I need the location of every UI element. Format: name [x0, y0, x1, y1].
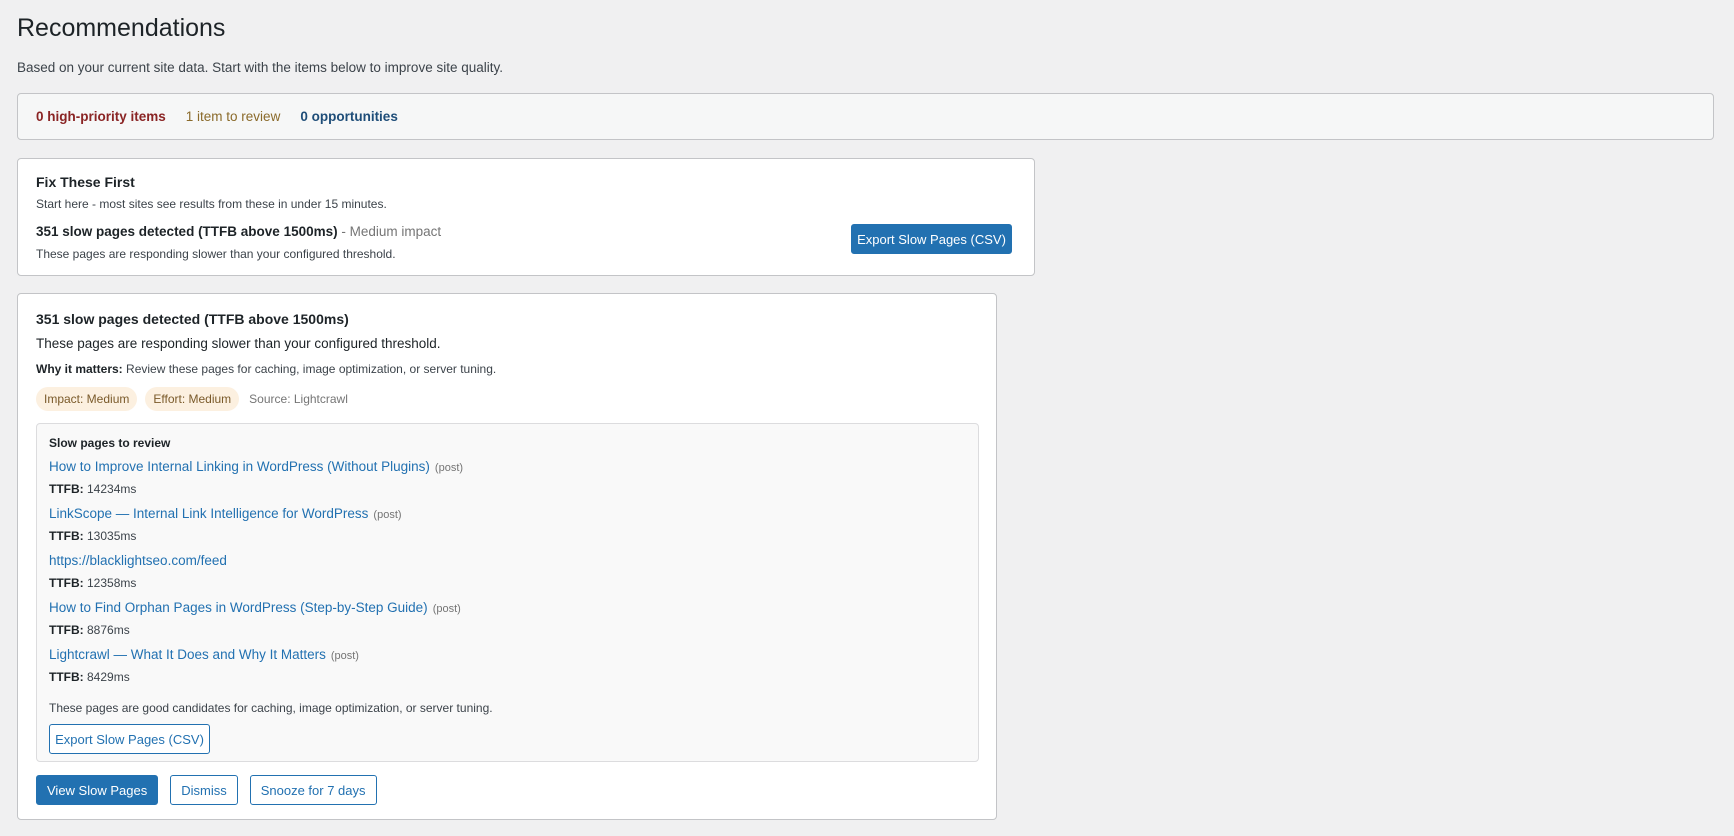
detail-title: 351 slow pages detected (TTFB above 1500… — [36, 311, 349, 327]
ttfb-label: TTFB: — [49, 623, 84, 637]
list-item: Lightcrawl — What It Does and Why It Mat… — [49, 646, 359, 684]
list-item: LinkScope — Internal Link Intelligence f… — [49, 505, 402, 543]
slow-page-link[interactable]: Lightcrawl — What It Does and Why It Mat… — [49, 647, 326, 662]
fix-first-item-impact: - Medium impact — [341, 224, 442, 239]
view-slow-pages-button[interactable]: View Slow Pages — [36, 775, 159, 805]
fix-first-subtitle: Start here - most sites see results from… — [36, 197, 387, 211]
dismiss-button[interactable]: Dismiss — [170, 775, 238, 805]
list-item: How to Find Orphan Pages in WordPress (S… — [49, 599, 461, 637]
page-title: Recommendations — [17, 14, 226, 42]
post-type-label: (post) — [373, 509, 402, 521]
list-item: How to Improve Internal Linking in WordP… — [49, 458, 463, 496]
ttfb-ms: 8429ms — [87, 670, 130, 684]
opportunities-count: 0 opportunities — [300, 109, 398, 124]
ttfb-label: TTFB: — [49, 482, 84, 496]
snooze-button[interactable]: Snooze for 7 days — [249, 775, 377, 805]
list-item: https://blacklightseo.com/feed TTFB: 123… — [49, 552, 232, 590]
summary-bar: 0 high-priority items 1 item to review 0… — [17, 93, 1714, 140]
page-description: Based on your current site data. Start w… — [17, 60, 503, 75]
high-priority-count: 0 high-priority items — [36, 109, 166, 124]
export-slow-pages-csv-button[interactable]: Export Slow Pages (CSV) — [49, 724, 210, 754]
slow-page-link[interactable]: LinkScope — Internal Link Intelligence f… — [49, 506, 368, 521]
post-type-label: (post) — [434, 462, 464, 474]
slow-pages-title: Slow pages to review — [49, 436, 171, 450]
action-row: View Slow Pages Dismiss Snooze for 7 day… — [36, 775, 377, 805]
ttfb-value: TTFB: 8876ms — [49, 623, 461, 637]
slow-pages-box: Slow pages to review How to Improve Inte… — [36, 423, 979, 762]
ttfb-value: TTFB: 13035ms — [49, 529, 402, 543]
ttfb-value: TTFB: 8429ms — [49, 670, 359, 684]
impact-badge: Impact: Medium — [36, 387, 138, 411]
ttfb-label: TTFB: — [49, 529, 84, 543]
slow-page-link[interactable]: How to Improve Internal Linking in WordP… — [49, 459, 430, 474]
why-label: Why it matters: — [36, 362, 123, 376]
ttfb-ms: 8876ms — [87, 623, 130, 637]
post-type-label: (post) — [330, 650, 359, 662]
slow-pages-note: These pages are good candidates for cach… — [49, 701, 493, 715]
review-count: 1 item to review — [185, 109, 281, 124]
fix-first-item-title: 351 slow pages detected (TTFB above 1500… — [36, 224, 441, 239]
slow-pages-detail-card: 351 slow pages detected (TTFB above 1500… — [17, 293, 997, 820]
fix-first-item-desc: These pages are responding slower than y… — [36, 247, 396, 261]
post-type-label: (post) — [432, 603, 461, 615]
ttfb-value: TTFB: 14234ms — [49, 482, 463, 496]
why-it-matters: Why it matters: Review these pages for c… — [36, 362, 496, 376]
ttfb-label: TTFB: — [49, 670, 84, 684]
effort-badge: Effort: Medium — [145, 387, 240, 411]
fix-first-item-label: 351 slow pages detected (TTFB above 1500… — [36, 224, 338, 239]
ttfb-ms: 13035ms — [87, 529, 137, 543]
why-text: Review these pages for caching, image op… — [126, 362, 497, 376]
slow-page-link[interactable]: https://blacklightseo.com/feed — [49, 553, 227, 568]
badge-row: Impact: Medium Effort: Medium Source: Li… — [36, 387, 348, 411]
export-slow-pages-button[interactable]: Export Slow Pages (CSV) — [851, 224, 1012, 254]
fix-first-title: Fix These First — [36, 174, 135, 190]
source-label: Source: Lightcrawl — [249, 392, 348, 406]
ttfb-ms: 14234ms — [87, 482, 137, 496]
ttfb-value: TTFB: 12358ms — [49, 576, 232, 590]
ttfb-label: TTFB: — [49, 576, 84, 590]
detail-description: These pages are responding slower than y… — [36, 336, 441, 351]
slow-page-link[interactable]: How to Find Orphan Pages in WordPress (S… — [49, 600, 428, 615]
fix-these-first-card: Fix These First Start here - most sites … — [17, 158, 1035, 276]
ttfb-ms: 12358ms — [87, 576, 137, 590]
